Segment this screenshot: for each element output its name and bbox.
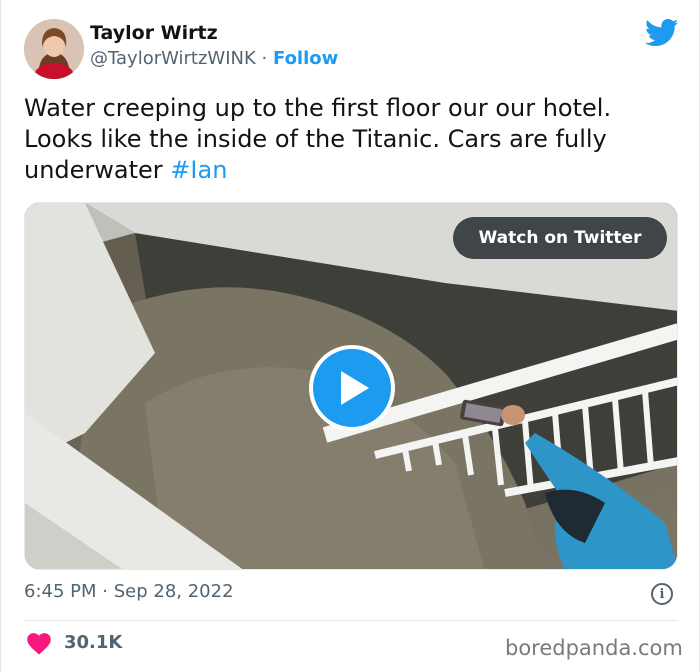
info-icon[interactable]: i: [651, 583, 673, 605]
tweet-card: Taylor Wirtz @TaylorWirtzWINK · Follow W…: [0, 0, 700, 672]
tweet-text: Water creeping up to the first floor our…: [24, 93, 684, 186]
avatar[interactable]: [24, 19, 84, 79]
tweet-timestamp[interactable]: 6:45 PM · Sep 28, 2022: [24, 581, 234, 602]
tweet-body: Water creeping up to the first floor our…: [24, 94, 612, 184]
separator-dot: ·: [261, 48, 268, 69]
twitter-bird-icon[interactable]: [645, 18, 679, 48]
watermark: boredpanda.com: [505, 636, 683, 660]
author-handle-row: @TaylorWirtzWINK · Follow: [90, 48, 338, 69]
video-media[interactable]: Watch on Twitter: [24, 202, 678, 570]
play-button[interactable]: [309, 345, 395, 431]
tweet-date: Sep 28, 2022: [113, 581, 234, 602]
like-count[interactable]: 30.1K: [64, 632, 122, 653]
play-icon: [341, 371, 369, 405]
hashtag-link[interactable]: #Ian: [170, 156, 227, 184]
timestamp-separator: ·: [102, 581, 108, 602]
watch-on-twitter-button[interactable]: Watch on Twitter: [453, 217, 667, 259]
avatar-image: [24, 19, 84, 79]
divider: [24, 620, 678, 621]
tweet-time: 6:45 PM: [24, 581, 97, 602]
author-name[interactable]: Taylor Wirtz: [90, 22, 218, 44]
author-handle[interactable]: @TaylorWirtzWINK: [90, 48, 256, 69]
heart-icon[interactable]: [27, 633, 51, 655]
follow-button[interactable]: Follow: [273, 48, 338, 69]
